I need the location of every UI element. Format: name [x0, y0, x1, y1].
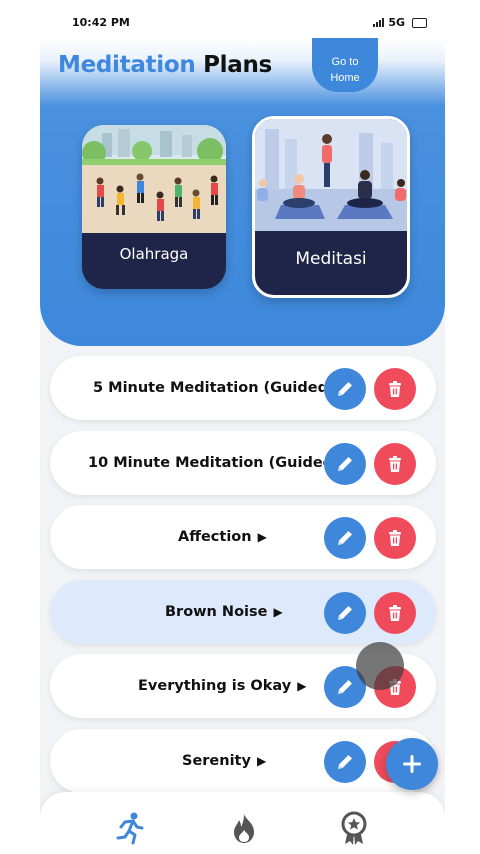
plan-title: 5 Minute Meditation (Guided) [93, 380, 324, 396]
go-to-home-button[interactable]: Go to Home [312, 38, 378, 92]
category-label: Meditasi [295, 249, 367, 269]
edit-button[interactable] [324, 443, 366, 485]
bottom-nav [40, 792, 445, 854]
category-label: Olahraga [119, 245, 189, 263]
plan-row[interactable]: Affection ▶ [50, 505, 436, 569]
trash-icon [389, 605, 401, 621]
network-type: 5G [388, 16, 405, 29]
delete-button[interactable] [374, 517, 416, 559]
page-title-part1: Meditation [58, 52, 196, 78]
flame-icon [234, 814, 254, 843]
trash-icon [389, 456, 401, 472]
pencil-icon [338, 680, 352, 694]
status-indicators: 5G [373, 16, 427, 29]
plan-row[interactable]: 10 Minute Meditation (Guided) [50, 431, 436, 495]
pencil-icon [338, 755, 352, 769]
nav-exercise[interactable] [112, 810, 148, 846]
pencil-icon [338, 531, 352, 545]
plus-icon [403, 755, 421, 773]
plan-title: Brown Noise ▶ [165, 604, 283, 620]
page-title-part2: Plans [203, 52, 272, 78]
meditation-illustration [255, 119, 407, 231]
status-bar: 10:42 PM 5G [40, 0, 445, 40]
play-icon: ▶ [273, 605, 283, 619]
delete-button[interactable] [374, 592, 416, 634]
plan-title: Everything is Okay ▶ [138, 678, 307, 694]
go-to-home-label-line1: Go to [331, 56, 359, 68]
status-time: 10:42 PM [72, 16, 130, 29]
delete-button[interactable] [374, 368, 416, 410]
plan-row[interactable]: Serenity ▶ [50, 729, 436, 793]
battery-icon [412, 17, 427, 28]
runner-icon [116, 812, 144, 845]
play-icon: ▶ [297, 679, 307, 693]
page-title: Meditation Plans [58, 52, 272, 78]
plan-row[interactable]: Brown Noise ▶ [50, 580, 436, 644]
delete-button[interactable] [374, 443, 416, 485]
trash-icon [389, 381, 401, 397]
edit-button[interactable] [324, 517, 366, 559]
go-to-home-label-line2: Home [330, 72, 360, 84]
plan-row[interactable]: 5 Minute Meditation (Guided) [50, 356, 436, 420]
play-icon: ▶ [257, 530, 267, 544]
header-panel: Meditation Plans Go to Home Olahraga Med… [40, 38, 445, 346]
sports-illustration [82, 125, 226, 233]
nav-achievements[interactable] [336, 810, 372, 846]
plan-title: Affection ▶ [178, 529, 267, 545]
signal-icon [373, 18, 385, 27]
edit-button[interactable] [324, 592, 366, 634]
edit-button[interactable] [324, 368, 366, 410]
award-badge-icon [341, 811, 367, 845]
add-plan-button[interactable] [386, 738, 438, 790]
touch-indicator [356, 642, 404, 690]
pencil-icon [338, 382, 352, 396]
category-card-meditasi[interactable]: Meditasi [252, 116, 410, 298]
edit-button[interactable] [324, 741, 366, 783]
pencil-icon [338, 606, 352, 620]
nav-streak[interactable] [226, 810, 262, 846]
play-icon: ▶ [256, 754, 267, 768]
trash-icon [389, 530, 401, 546]
category-card-olahraga[interactable]: Olahraga [82, 125, 226, 289]
app-screen: 10:42 PM 5G Meditation Plans Go to Home [40, 0, 445, 854]
plan-title: Serenity ▶ [182, 753, 267, 769]
pencil-icon [338, 457, 352, 471]
plan-title: 10 Minute Meditation (Guided) [88, 455, 324, 471]
